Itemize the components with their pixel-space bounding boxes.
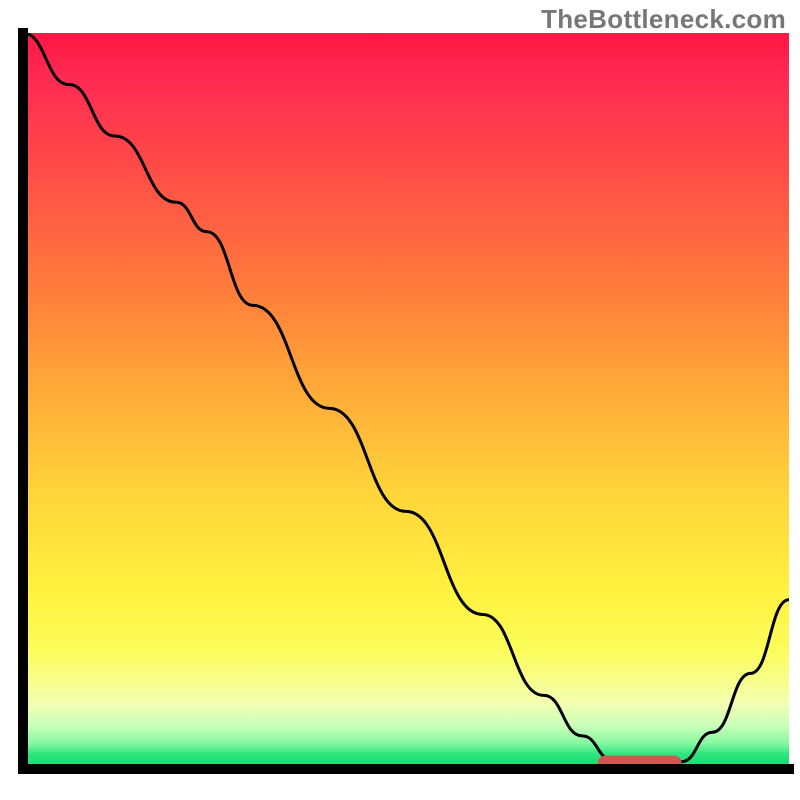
- watermark-text: TheBottleneck.com: [541, 4, 786, 35]
- plot-area: [23, 33, 789, 769]
- chart-wrapper: TheBottleneck.com: [0, 0, 800, 800]
